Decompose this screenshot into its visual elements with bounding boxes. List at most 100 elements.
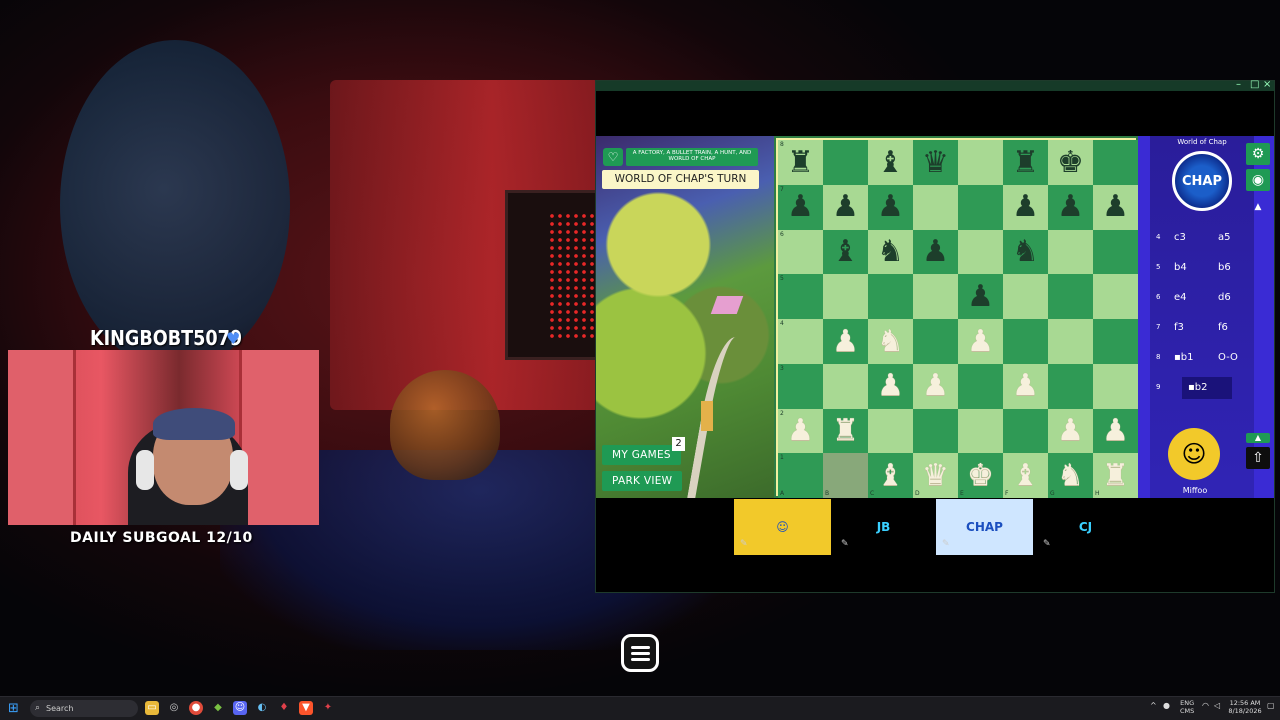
heart-icon[interactable]: ♡ bbox=[603, 148, 623, 166]
square-d3[interactable]: ♟ bbox=[913, 363, 958, 409]
move-row[interactable]: 9 ▪b2 bbox=[1150, 374, 1254, 404]
black-knight-piece[interactable]: ♞ bbox=[868, 230, 913, 275]
move-row[interactable]: 4 c3 a5 bbox=[1150, 224, 1254, 254]
square-f2[interactable] bbox=[1003, 408, 1048, 454]
square-g5[interactable] bbox=[1048, 274, 1093, 319]
chevron-up-icon[interactable]: ▲ bbox=[1246, 433, 1270, 443]
square-b6[interactable]: ♝ bbox=[823, 229, 868, 275]
app-icon[interactable]: ✦ bbox=[321, 701, 335, 715]
small-logo-icon[interactable]: ▲ bbox=[1246, 196, 1270, 218]
move-row[interactable]: 7 f3 f6 bbox=[1150, 314, 1254, 344]
move-row[interactable]: 5 b4 b6 bbox=[1150, 254, 1254, 284]
move-row[interactable]: 8 ▪b1 O-O bbox=[1150, 344, 1254, 374]
minimize-icon[interactable]: – bbox=[1236, 79, 1241, 90]
black-rook-piece[interactable]: ♜ bbox=[778, 140, 823, 185]
my-games-button[interactable]: MY GAMES bbox=[602, 445, 681, 465]
black-bishop-piece[interactable]: ♝ bbox=[868, 140, 913, 185]
square-h1[interactable]: H ♜ bbox=[1093, 453, 1138, 498]
square-e6[interactable] bbox=[958, 229, 1003, 275]
eye-icon[interactable]: ◉ bbox=[1246, 169, 1270, 191]
square-h7[interactable]: ♟ bbox=[1093, 184, 1138, 230]
square-d2[interactable] bbox=[913, 408, 958, 454]
microphone-icon[interactable]: ● bbox=[1163, 702, 1170, 710]
app-icon[interactable]: ◎ bbox=[167, 701, 181, 715]
menu-icon[interactable] bbox=[621, 634, 659, 672]
nvidia-icon[interactable]: ◆ bbox=[211, 701, 225, 715]
black-pawn-piece[interactable]: ♟ bbox=[958, 274, 1003, 319]
square-c8[interactable]: ♝ bbox=[868, 140, 913, 185]
white-pawn-piece[interactable]: ♟ bbox=[778, 409, 823, 454]
square-a6[interactable]: 6 bbox=[778, 229, 823, 275]
square-g8[interactable]: ♚ bbox=[1048, 140, 1093, 185]
square-d5[interactable] bbox=[913, 274, 958, 319]
square-h8[interactable] bbox=[1093, 140, 1138, 185]
white-bishop-piece[interactable]: ♝ bbox=[1003, 453, 1048, 498]
square-d7[interactable] bbox=[913, 184, 958, 230]
square-d4[interactable] bbox=[913, 319, 958, 364]
black-pawn-piece[interactable]: ♟ bbox=[1093, 185, 1138, 230]
white-knight-piece[interactable]: ♞ bbox=[1048, 453, 1093, 498]
park-view-button[interactable]: PARK VIEW bbox=[602, 471, 683, 491]
square-c5[interactable] bbox=[868, 274, 913, 319]
square-d8[interactable]: ♛ bbox=[913, 140, 958, 185]
square-c1[interactable]: C ♝ bbox=[868, 453, 913, 498]
maximize-icon[interactable]: □ bbox=[1250, 79, 1259, 90]
discord-icon[interactable]: ☺ bbox=[233, 701, 247, 715]
square-c7[interactable]: ♟ bbox=[868, 184, 913, 230]
square-b3[interactable] bbox=[823, 363, 868, 409]
black-queen-piece[interactable]: ♛ bbox=[913, 140, 958, 185]
black-knight-piece[interactable]: ♞ bbox=[1003, 230, 1048, 275]
square-e7[interactable] bbox=[958, 184, 1003, 230]
notifications-icon[interactable]: ▢ bbox=[1267, 702, 1275, 710]
square-d6[interactable]: ♟ bbox=[913, 229, 958, 275]
square-a3[interactable]: 3 bbox=[778, 363, 823, 409]
map-pin-icon[interactable]: ♦ bbox=[277, 701, 291, 715]
language-indicator[interactable]: ENG CMS bbox=[1180, 699, 1194, 715]
white-pawn-piece[interactable]: ♟ bbox=[823, 319, 868, 364]
settings-gear-icon[interactable]: ⚙ bbox=[1246, 143, 1270, 165]
window-titlebar[interactable]: – □ × bbox=[596, 79, 1274, 91]
black-pawn-piece[interactable]: ♟ bbox=[1048, 185, 1093, 230]
clock[interactable]: 12:56 AM 8/18/2026 bbox=[1228, 699, 1262, 715]
dock-game-tile[interactable]: ☺ ✎ bbox=[734, 499, 831, 555]
square-a7[interactable]: 7 ♟ bbox=[778, 184, 823, 230]
wifi-icon[interactable]: ◠ bbox=[1202, 702, 1209, 710]
steam-icon[interactable]: ◐ bbox=[255, 701, 269, 715]
square-c2[interactable] bbox=[868, 408, 913, 454]
square-e8[interactable] bbox=[958, 140, 1003, 185]
square-e1[interactable]: E ♚ bbox=[958, 453, 1003, 498]
square-c4[interactable]: ♞ bbox=[868, 319, 913, 364]
square-g4[interactable] bbox=[1048, 319, 1093, 364]
white-pawn-piece[interactable]: ♟ bbox=[958, 319, 1003, 364]
white-rook-piece[interactable]: ♜ bbox=[1093, 453, 1138, 498]
square-f4[interactable] bbox=[1003, 319, 1048, 364]
white-queen-piece[interactable]: ♛ bbox=[913, 453, 958, 498]
black-bishop-piece[interactable]: ♝ bbox=[823, 230, 868, 275]
dock-game-tile[interactable]: CJ ✎ bbox=[1037, 499, 1134, 555]
square-h5[interactable] bbox=[1093, 274, 1138, 319]
white-bishop-piece[interactable]: ♝ bbox=[868, 453, 913, 498]
black-pawn-piece[interactable]: ♟ bbox=[778, 185, 823, 230]
square-h4[interactable] bbox=[1093, 319, 1138, 364]
square-b7[interactable]: ♟ bbox=[823, 184, 868, 230]
square-d1[interactable]: D ♛ bbox=[913, 453, 958, 498]
taskbar-search-input[interactable]: ⌕ Search bbox=[30, 700, 138, 717]
square-b5[interactable] bbox=[823, 274, 868, 319]
square-e5[interactable]: ♟ bbox=[958, 274, 1003, 319]
square-g1[interactable]: G ♞ bbox=[1048, 453, 1093, 498]
black-pawn-piece[interactable]: ♟ bbox=[823, 185, 868, 230]
black-pawn-piece[interactable]: ♟ bbox=[913, 230, 958, 275]
chessboard[interactable]: 8 ♜ ♝ ♛ ♜ ♚ 7 ♟ ♟ ♟ ♟ ♟ ♟ 6 ♝ ♞ ♟ ♞ 5 ♟ 4 ♟ ♞ ♟ 3 ♟ ♟ ♟ 2 ♟ ♜ ♟ ♟ 1 A B C ♝ D ♛… bbox=[776, 138, 1138, 498]
square-f6[interactable]: ♞ bbox=[1003, 229, 1048, 275]
move-row[interactable]: 6 e4 d6 bbox=[1150, 284, 1254, 314]
square-a8[interactable]: 8 ♜ bbox=[778, 140, 823, 185]
square-f8[interactable]: ♜ bbox=[1003, 140, 1048, 185]
square-g7[interactable]: ♟ bbox=[1048, 184, 1093, 230]
square-b8[interactable] bbox=[823, 140, 868, 185]
square-e4[interactable]: ♟ bbox=[958, 319, 1003, 364]
dock-game-tile[interactable]: CHAP ✎ bbox=[936, 499, 1033, 555]
square-f5[interactable] bbox=[1003, 274, 1048, 319]
square-e2[interactable] bbox=[958, 408, 1003, 454]
square-f1[interactable]: F ♝ bbox=[1003, 453, 1048, 498]
black-pawn-piece[interactable]: ♟ bbox=[1003, 185, 1048, 230]
